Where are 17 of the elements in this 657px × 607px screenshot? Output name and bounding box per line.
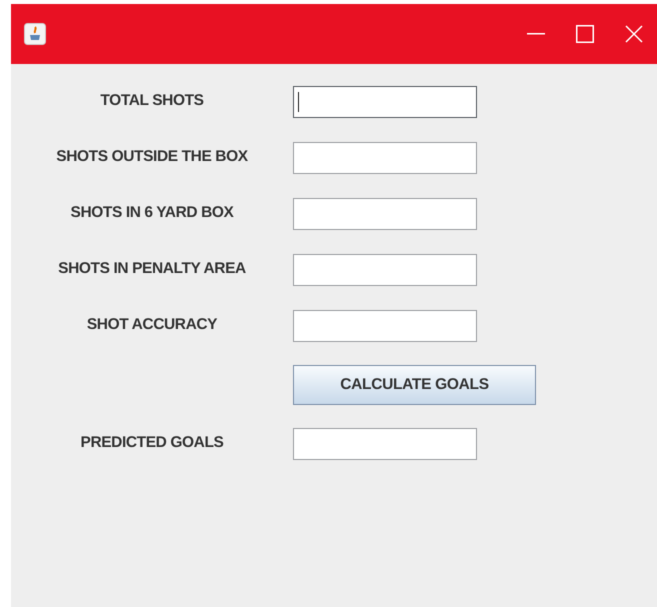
app-icon [24, 23, 46, 45]
input-field[interactable] [293, 428, 477, 460]
input-field[interactable] [293, 254, 477, 286]
input-field[interactable] [293, 142, 477, 174]
minimize-icon[interactable] [527, 33, 545, 35]
input-field[interactable] [293, 198, 477, 230]
field-label: SHOTS OUTSIDE THE BOX [56, 148, 248, 166]
maximize-icon[interactable] [576, 25, 594, 43]
field-label: SHOT ACCURACY [86, 316, 218, 334]
close-icon[interactable] [625, 25, 643, 43]
field-label: SHOTS IN 6 YARD BOX [70, 204, 234, 222]
field-label: SHOTS IN PENALTY AREA [58, 260, 246, 278]
input-field[interactable] [293, 310, 477, 342]
input-field[interactable] [293, 86, 477, 118]
field-label: TOTAL SHOTS [100, 92, 204, 110]
calculate-button[interactable]: CALCULATE GOALS [293, 365, 536, 405]
field-label: PREDICTED GOALS [80, 434, 224, 452]
